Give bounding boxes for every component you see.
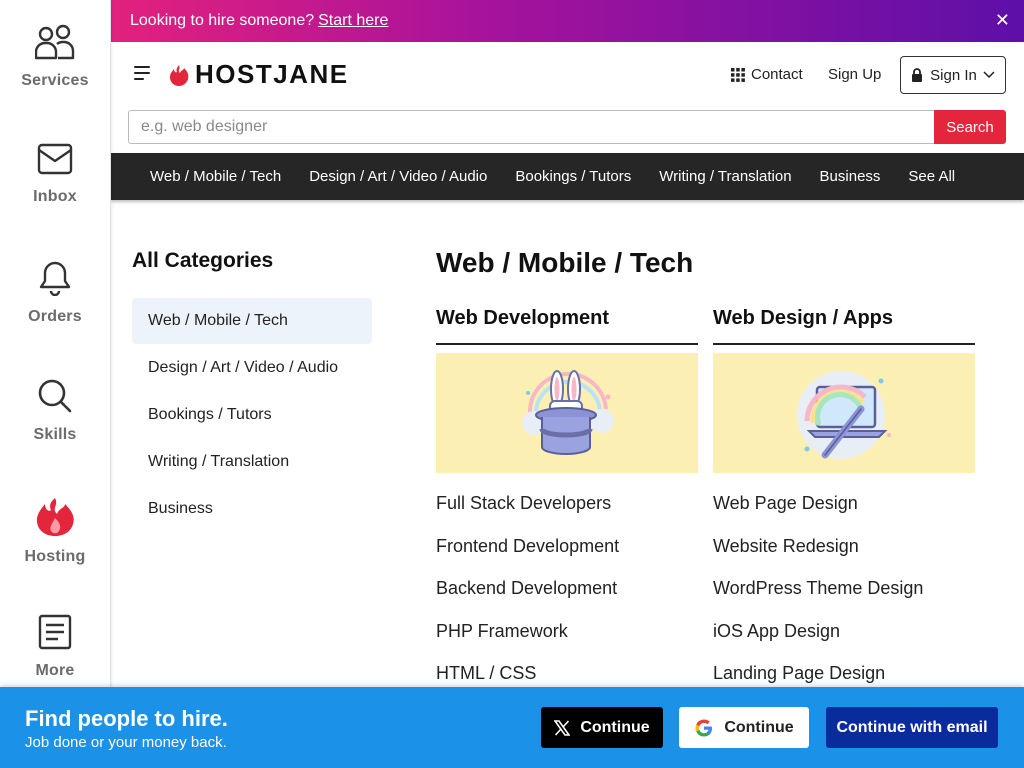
link-full-stack-developers[interactable]: Full Stack Developers <box>436 493 698 536</box>
sidebar-item-web-mobile-tech[interactable]: Web / Mobile / Tech <box>132 298 372 344</box>
menu-icon[interactable] <box>134 64 152 80</box>
signup-cta-bar: Find people to hire. Job done or your mo… <box>0 687 1024 768</box>
x-logo-icon <box>554 719 571 736</box>
close-icon[interactable]: ✕ <box>995 11 1010 29</box>
promo-start-link[interactable]: Start here <box>318 12 388 30</box>
link-list: Full Stack Developers Frontend Developme… <box>436 493 698 706</box>
logo-text: HOSTJANE <box>195 59 349 89</box>
rail-label: Orders <box>28 308 82 325</box>
search-icon <box>38 379 72 413</box>
rail-label: Hosting <box>24 548 86 565</box>
promo-text: Looking to hire someone? <box>130 12 315 29</box>
link-ios-app-design[interactable]: iOS App Design <box>713 621 975 664</box>
logo[interactable]: HOSTJANE <box>169 59 349 90</box>
flame-logo-icon <box>169 64 189 86</box>
google-button-label: Continue <box>724 718 794 736</box>
sidebar-item-bookings-tutors[interactable]: Bookings / Tutors <box>132 392 372 438</box>
link-web-page-design[interactable]: Web Page Design <box>713 493 975 536</box>
column-heading[interactable]: Web Design / Apps <box>713 305 975 345</box>
continue-with-google-button[interactable]: Continue <box>679 707 809 748</box>
chevron-down-icon <box>983 71 995 79</box>
google-logo-icon <box>695 718 713 737</box>
catnav-business[interactable]: Business <box>820 168 881 185</box>
sidebar-item-writing-translation[interactable]: Writing / Translation <box>132 439 372 485</box>
rail-label: More <box>35 662 75 679</box>
link-php-framework[interactable]: PHP Framework <box>436 621 698 664</box>
category-nav: Web / Mobile / Tech Design / Art / Video… <box>111 153 1024 200</box>
cta-heading: Find people to hire. <box>25 706 228 731</box>
rail-label: Inbox <box>33 188 77 205</box>
sidebar-item-design-art-video-audio[interactable]: Design / Art / Video / Audio <box>132 345 372 391</box>
rail-item-hosting[interactable]: Hosting <box>0 472 110 590</box>
link-backend-development[interactable]: Backend Development <box>436 578 698 621</box>
left-rail: Services Inbox Orders Skills Hosting Mor… <box>0 0 111 768</box>
rail-label: Services <box>21 72 89 89</box>
cta-subtext: Job done or your money back. <box>25 734 227 751</box>
catnav-web-mobile-tech[interactable]: Web / Mobile / Tech <box>150 168 281 185</box>
column-heading[interactable]: Web Development <box>436 305 698 345</box>
promo-bar: Looking to hire someone? Start here ✕ <box>111 0 1024 42</box>
search-bar: Search <box>128 110 1006 144</box>
magic-hat-illustration[interactable] <box>436 353 698 473</box>
catnav-see-all[interactable]: See All <box>908 168 955 185</box>
search-button[interactable]: Search <box>934 110 1006 144</box>
grid-icon <box>731 67 745 82</box>
rail-item-services[interactable]: Services <box>0 0 110 118</box>
signup-link[interactable]: Sign Up <box>828 66 881 83</box>
rail-item-skills[interactable]: Skills <box>0 354 110 472</box>
signup-label: Sign Up <box>828 66 882 83</box>
rail-item-inbox[interactable]: Inbox <box>0 118 110 236</box>
link-wordpress-theme-design[interactable]: WordPress Theme Design <box>713 578 975 621</box>
sidebar-category-list: Web / Mobile / Tech Design / Art / Video… <box>132 298 372 533</box>
column-web-development: Web Development Full Stack Developers Fr… <box>436 305 698 706</box>
site-header: HOSTJANE Contact Sign Up Sign In <box>111 42 1024 108</box>
link-website-redesign[interactable]: Website Redesign <box>713 536 975 579</box>
lock-icon <box>912 68 923 82</box>
laptop-rainbow-illustration[interactable] <box>713 353 975 473</box>
sidebar-title: All Categories <box>132 249 274 272</box>
signin-label: Sign In <box>930 66 977 84</box>
link-list: Web Page Design Website Redesign WordPre… <box>713 493 975 706</box>
contact-link[interactable]: Contact <box>731 66 803 83</box>
continue-with-email-button[interactable]: Continue with email <box>826 707 998 748</box>
contact-label: Contact <box>751 66 803 83</box>
bell-icon <box>39 261 71 296</box>
sidebar-item-business[interactable]: Business <box>132 486 372 532</box>
users-icon <box>35 24 75 60</box>
x-button-label: Continue <box>580 718 650 736</box>
mail-icon <box>37 143 73 175</box>
search-input[interactable] <box>128 110 934 144</box>
rail-item-orders[interactable]: Orders <box>0 236 110 354</box>
signin-button[interactable]: Sign In <box>900 56 1006 94</box>
document-icon <box>38 614 72 650</box>
page-title: Web / Mobile / Tech <box>436 247 694 278</box>
link-frontend-development[interactable]: Frontend Development <box>436 536 698 579</box>
continue-with-x-button[interactable]: Continue <box>541 707 663 748</box>
flame-icon <box>36 498 74 536</box>
catnav-writing-translation[interactable]: Writing / Translation <box>659 168 791 185</box>
laptop-wand-image <box>797 371 891 459</box>
magic-hat-bunny-image <box>522 370 614 455</box>
catnav-design-art-video-audio[interactable]: Design / Art / Video / Audio <box>309 168 487 185</box>
column-web-design-apps: Web Design / Apps Web Page Design Websit… <box>713 305 975 706</box>
rail-label: Skills <box>33 426 77 443</box>
catnav-bookings-tutors[interactable]: Bookings / Tutors <box>515 168 631 185</box>
